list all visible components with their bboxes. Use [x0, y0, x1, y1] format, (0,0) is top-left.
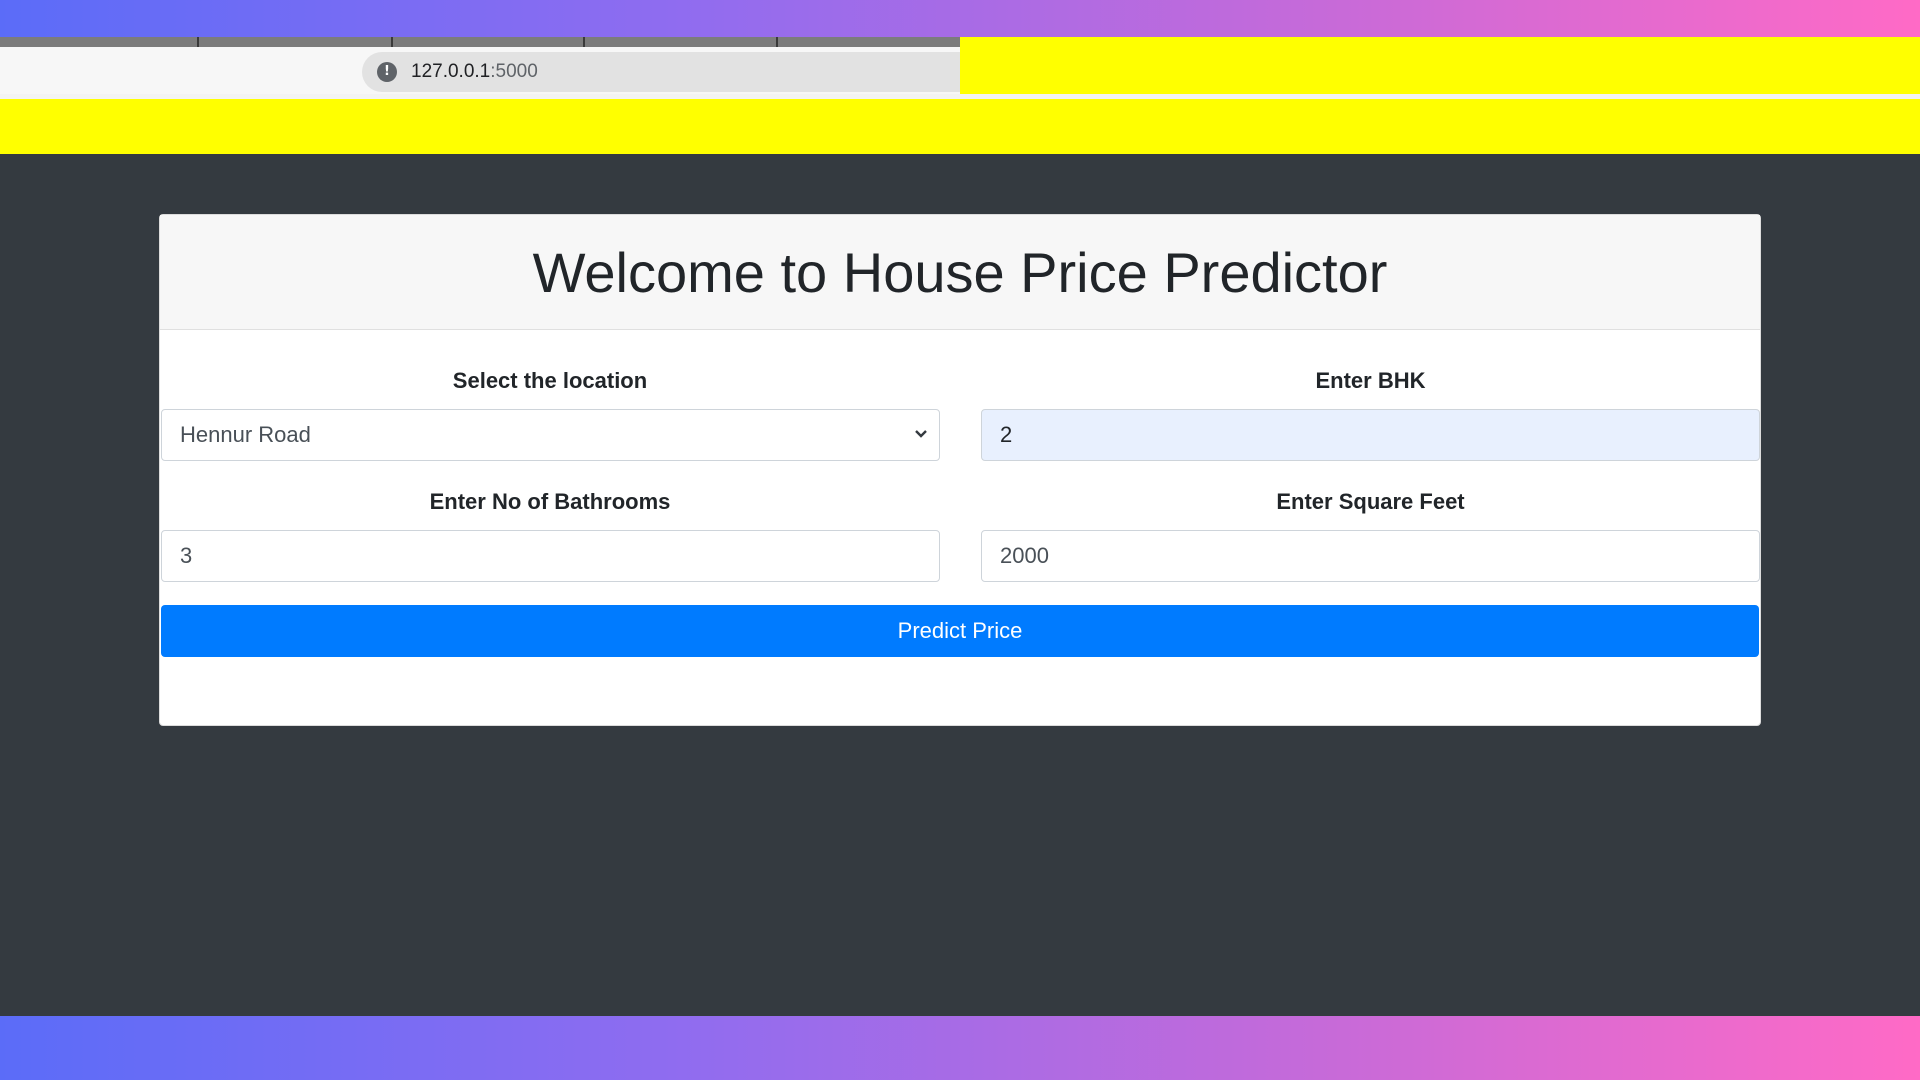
url-host: 127.0.0.1 — [411, 61, 491, 82]
bathrooms-input[interactable]: 3 — [161, 530, 940, 582]
address-url: 127.0.0.1:5000 — [411, 61, 538, 83]
location-select-value: Hennur Road — [180, 422, 311, 447]
location-label: Select the location — [452, 368, 648, 393]
bottom-gradient-border — [0, 1016, 1920, 1080]
bathrooms-label: Enter No of Bathrooms — [429, 489, 671, 514]
chevron-down-icon — [911, 424, 931, 450]
url-port: :5000 — [490, 61, 538, 82]
browser-tab-strip — [0, 37, 960, 47]
bhk-input[interactable]: 2 — [981, 409, 1760, 461]
sqft-input[interactable]: 2000 — [981, 530, 1760, 582]
top-gradient-border — [0, 0, 1920, 37]
bhk-input-value: 2 — [1000, 422, 1013, 447]
sqft-input-value: 2000 — [1000, 543, 1049, 568]
card-header: Welcome to House Price Predictor — [160, 215, 1760, 330]
page-title: Welcome to House Price Predictor — [532, 240, 1388, 304]
location-select[interactable]: Hennur Road — [161, 409, 940, 461]
sqft-label: Enter Square Feet — [1276, 489, 1465, 514]
bhk-label: Enter BHK — [1315, 368, 1426, 393]
predictor-card: Welcome to House Price Predictor Select … — [159, 214, 1761, 726]
site-info-icon[interactable]: ! — [377, 62, 397, 82]
predict-price-button[interactable]: Predict Price — [161, 605, 1759, 657]
bathrooms-input-value: 3 — [180, 543, 193, 568]
address-bar[interactable]: ! 127.0.0.1:5000 — [362, 52, 960, 92]
highlight-overlay-top — [960, 37, 1920, 94]
highlight-overlay-band — [0, 99, 1920, 154]
